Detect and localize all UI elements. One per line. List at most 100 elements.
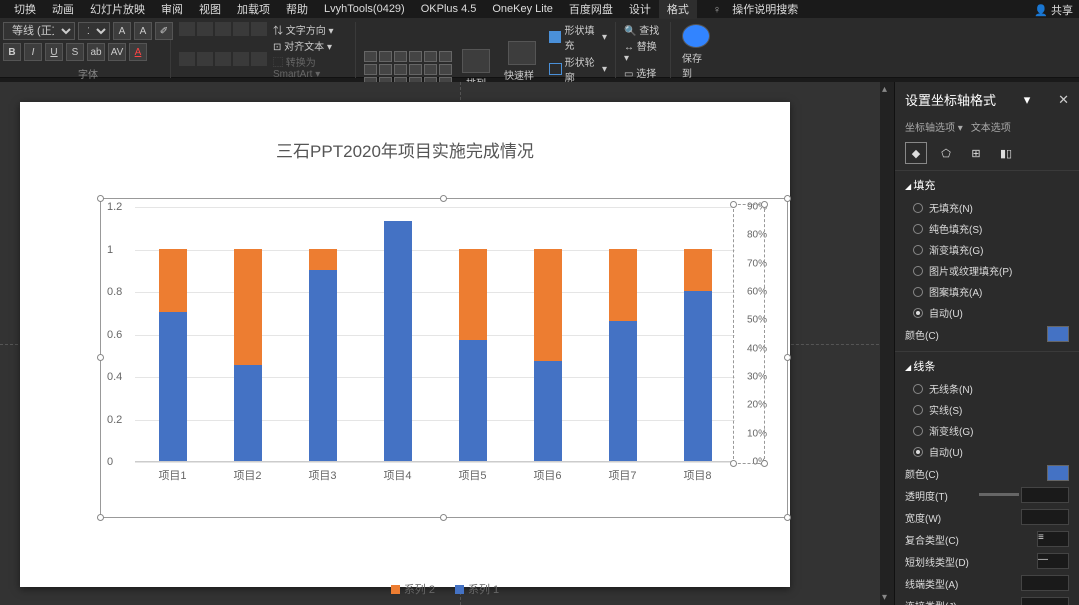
- bar-series1[interactable]: [684, 291, 712, 461]
- line-none-radio[interactable]: 无线条(N): [905, 378, 1069, 399]
- x-tick-label: 项目7: [593, 467, 653, 483]
- tab-addins[interactable]: 加载项: [229, 0, 278, 19]
- paragraph-icons[interactable]: [179, 22, 267, 80]
- convert-smartart[interactable]: ⬚ 转换为 SmartArt ▾: [273, 54, 347, 80]
- shape-fill[interactable]: 形状填充 ▾: [549, 22, 607, 52]
- tab-okplus[interactable]: OKPlus 4.5: [413, 1, 485, 17]
- x-tick-label: 项目8: [668, 467, 728, 483]
- bar-series1[interactable]: [234, 365, 262, 461]
- workspace: 三石PPT2020年项目实施完成情况 00.20.40.60.811.20%10…: [0, 82, 1079, 605]
- plot-area[interactable]: 00.20.40.60.811.20%10%20%30%40%50%60%70%…: [135, 207, 735, 462]
- fill-color-picker[interactable]: [1047, 326, 1069, 342]
- tab-baidu[interactable]: 百度网盘: [561, 0, 621, 19]
- shadow-icon[interactable]: ab: [87, 43, 105, 61]
- fill-gradient-radio[interactable]: 渐变填充(G): [905, 239, 1069, 260]
- bar-series2[interactable]: [534, 249, 562, 362]
- bar-series2[interactable]: [684, 249, 712, 292]
- align-text[interactable]: ⊡ 对齐文本 ▾: [273, 38, 347, 53]
- y-tick-label: 1.2: [107, 201, 122, 213]
- text-options-tab[interactable]: 文本选项: [971, 119, 1011, 134]
- bar-series1[interactable]: [309, 270, 337, 461]
- cap-select[interactable]: [1021, 575, 1069, 591]
- font-color-icon[interactable]: A: [129, 43, 147, 61]
- replace-button[interactable]: ↔ 替换 ▾: [624, 38, 662, 64]
- bar-series1[interactable]: [384, 221, 412, 461]
- x-tick-label: 项目6: [518, 467, 578, 483]
- fill-none-radio[interactable]: 无填充(N): [905, 197, 1069, 218]
- bar-series2[interactable]: [459, 249, 487, 340]
- slide[interactable]: 三石PPT2020年项目实施完成情况 00.20.40.60.811.20%10…: [20, 102, 790, 587]
- strike-icon[interactable]: S: [66, 43, 84, 61]
- vertical-scrollbar[interactable]: ▴ ▾: [880, 82, 894, 605]
- fill-pattern-radio[interactable]: 图案填充(A): [905, 281, 1069, 302]
- line-auto-radio[interactable]: 自动(U): [905, 441, 1069, 462]
- bar-series2[interactable]: [609, 249, 637, 321]
- find-button[interactable]: 🔍 查找: [624, 22, 662, 37]
- legend-series1[interactable]: 系列 1: [455, 581, 499, 597]
- chart[interactable]: 00.20.40.60.811.20%10%20%30%40%50%60%70%…: [105, 197, 785, 602]
- shape-outline[interactable]: 形状轮廓 ▾: [549, 54, 607, 84]
- bar-series1[interactable]: [459, 340, 487, 461]
- format-pane: 设置坐标轴格式 ▾ ✕ 坐标轴选项 文本选项 ◆ ⬠ ⊞ ▮▯ 填充 无填充(N…: [894, 82, 1079, 605]
- tab-slideshow[interactable]: 幻灯片放映: [82, 0, 153, 19]
- axis-tab-icon[interactable]: ▮▯: [995, 142, 1017, 164]
- bold-icon[interactable]: B: [3, 43, 21, 61]
- transparency-input[interactable]: [1021, 487, 1069, 503]
- canvas-area[interactable]: 三石PPT2020年项目实施完成情况 00.20.40.60.811.20%10…: [0, 82, 894, 605]
- fill-solid-radio[interactable]: 纯色填充(S): [905, 218, 1069, 239]
- y-tick-label: 0.2: [107, 414, 122, 426]
- line-color-label: 颜色(C): [905, 466, 939, 481]
- ribbon-group-save: 保存到百度网盘 保存: [671, 22, 721, 78]
- chart-title: 三石PPT2020年项目实施完成情况: [20, 137, 790, 162]
- effects-tab-icon[interactable]: ⬠: [935, 142, 957, 164]
- line-color-picker[interactable]: [1047, 465, 1069, 481]
- tab-format[interactable]: 格式: [659, 0, 697, 19]
- tab-view[interactable]: 视图: [191, 0, 229, 19]
- tab-transitions[interactable]: 切换: [6, 0, 44, 19]
- scroll-up-icon[interactable]: ▴: [882, 84, 887, 95]
- tab-onekey[interactable]: OneKey Lite: [484, 1, 561, 17]
- compound-select[interactable]: ≡: [1037, 531, 1069, 547]
- axis-options-tab[interactable]: 坐标轴选项: [905, 119, 963, 134]
- scroll-down-icon[interactable]: ▾: [882, 592, 887, 603]
- bar-series2[interactable]: [159, 249, 187, 313]
- spacing-icon[interactable]: AV: [108, 43, 126, 61]
- y-tick-label: 1: [107, 244, 113, 256]
- close-icon[interactable]: ✕: [1058, 92, 1069, 108]
- bar-series1[interactable]: [534, 361, 562, 461]
- legend-series2[interactable]: 系列 2: [391, 581, 435, 597]
- format-pane-dropdown-icon[interactable]: ▾: [1024, 92, 1031, 108]
- tell-me[interactable]: ♀ 操作说明搜索: [705, 0, 814, 19]
- size-tab-icon[interactable]: ⊞: [965, 142, 987, 164]
- fill-picture-radio[interactable]: 图片或纹理填充(P): [905, 260, 1069, 281]
- legend[interactable]: 系列 2 系列 1: [105, 581, 785, 597]
- fill-auto-radio[interactable]: 自动(U): [905, 302, 1069, 323]
- tab-animations[interactable]: 动画: [44, 0, 82, 19]
- line-section-title[interactable]: 线条: [905, 358, 1069, 374]
- fill-section-title[interactable]: 填充: [905, 177, 1069, 193]
- line-gradient-radio[interactable]: 渐变线(G): [905, 420, 1069, 441]
- join-select[interactable]: [1021, 597, 1069, 605]
- bar-series1[interactable]: [159, 312, 187, 461]
- dash-select[interactable]: —: [1037, 553, 1069, 569]
- underline-icon[interactable]: U: [45, 43, 63, 61]
- tab-help[interactable]: 帮助: [278, 0, 316, 19]
- italic-icon[interactable]: I: [24, 43, 42, 61]
- bar-series2[interactable]: [309, 249, 337, 270]
- ribbon-group-draw: 排列 快速样式 形状填充 ▾ 形状轮廓 ▾ 形状效果 ▾ 绘图: [356, 22, 616, 78]
- secondary-axis-selection[interactable]: [733, 204, 765, 464]
- text-direction[interactable]: ⇅ 文字方向 ▾: [273, 22, 347, 37]
- fill-line-tab-icon[interactable]: ◆: [905, 142, 927, 164]
- bar-series2[interactable]: [234, 249, 262, 366]
- tab-lvyhtools[interactable]: LvyhTools(0429): [316, 1, 413, 17]
- tab-review[interactable]: 审阅: [153, 0, 191, 19]
- line-solid-radio[interactable]: 实线(S): [905, 399, 1069, 420]
- font-name-select[interactable]: 等线 (正文): [3, 22, 75, 40]
- shrink-font-icon[interactable]: A: [134, 22, 152, 40]
- share-button[interactable]: 👤 共享: [1034, 2, 1073, 18]
- width-input[interactable]: [1021, 509, 1069, 525]
- tab-design[interactable]: 设计: [621, 0, 659, 19]
- font-size-select[interactable]: 12: [78, 22, 110, 40]
- bar-series1[interactable]: [609, 321, 637, 461]
- grow-font-icon[interactable]: A: [113, 22, 131, 40]
